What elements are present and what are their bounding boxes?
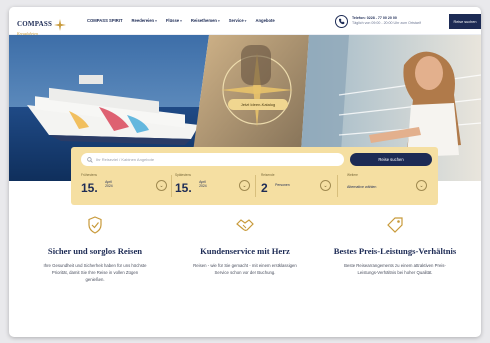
date-from-day: 15.	[81, 181, 98, 195]
feature-price: Bestes Preis-Leistungs-Verhältnis Beste …	[325, 215, 465, 277]
extra-field[interactable]: Weitere Alternative wählen	[347, 173, 376, 199]
persons-field[interactable]: Reisende 2 Personen	[261, 173, 290, 199]
nav-item-angebote[interactable]: Angebote	[255, 18, 274, 23]
extra-label: Weitere	[347, 173, 358, 177]
persons-count: 2	[261, 181, 268, 195]
main-nav: COMPASS SPIRIT Reedereien▾ Flüsse▾ Reise…	[87, 18, 275, 23]
shield-check-icon	[88, 216, 102, 234]
date-to-field[interactable]: Spätestens 15. April 2024	[175, 173, 207, 199]
feature-title: Bestes Preis-Leistungs-Verhältnis	[333, 246, 457, 256]
feature-title: Sicher und sorglos Reisen	[47, 246, 143, 256]
date-from-chevron-icon[interactable]: ⌄	[156, 180, 167, 191]
price-tag-icon	[387, 217, 403, 233]
persons-chevron-icon[interactable]: ⌄	[320, 180, 331, 191]
divider	[255, 175, 256, 197]
compass-star-icon	[54, 18, 67, 31]
phone-number[interactable]: Telefon: 0228 - 77 00 20 00	[352, 16, 397, 20]
search-panel: Ihr Reiseziel / Kabinen Angebote Reise s…	[71, 147, 438, 205]
feature-safety: Sicher und sorglos Reisen Ihre Gesundhei…	[25, 215, 165, 283]
nav-item-reisethemen[interactable]: Reisethemen▾	[191, 18, 220, 23]
features-section: Sicher und sorglos Reisen Ihre Gesundhei…	[9, 215, 481, 337]
logo[interactable]: COMPASS Kreuzfahrten	[17, 13, 67, 36]
date-to-day: 15.	[175, 181, 192, 195]
persons-unit: Personen	[275, 183, 290, 187]
chevron-down-icon: ▾	[218, 19, 220, 23]
search-input[interactable]: Ihr Reiseziel / Kabinen Angebote	[81, 153, 344, 166]
chevron-down-icon: ▾	[244, 19, 247, 23]
feature-title: Kundenservice mit Herz	[200, 246, 290, 256]
header-search-button[interactable]: Reise suchen	[449, 14, 481, 29]
extra-value: Alternative wählen	[347, 185, 377, 189]
feature-text: Beste Reisearrangements zu einem attrakt…	[344, 263, 446, 275]
date-from-field[interactable]: Frühestens 15. April 2024	[81, 173, 113, 199]
browser-frame: COMPASS Kreuzfahrten COMPASS SPIRIT Reed…	[9, 7, 481, 337]
search-icon	[87, 156, 93, 163]
nav-item-compass-spirit[interactable]: COMPASS SPIRIT	[87, 18, 123, 23]
feature-service: Kundenservice mit Herz Reisen - wie für …	[175, 215, 315, 277]
date-from-label: Frühestens	[81, 173, 97, 177]
feature-text: Ihre Gesundheit und Sicherheit haben für…	[43, 263, 147, 282]
search-button[interactable]: Reise suchen	[350, 153, 432, 166]
nav-item-service[interactable]: Service▾	[229, 18, 247, 23]
phone-icon[interactable]	[335, 15, 348, 28]
header: COMPASS Kreuzfahrten COMPASS SPIRIT Reed…	[9, 7, 481, 36]
date-from-year: 2024	[105, 184, 113, 188]
catalog-button[interactable]: Jetzt Ideen-Katalog	[228, 99, 288, 110]
date-to-chevron-icon[interactable]: ⌄	[239, 180, 250, 191]
nav-item-fluesse[interactable]: Flüsse▾	[166, 18, 182, 23]
extra-chevron-icon[interactable]: ⌄	[416, 180, 427, 191]
divider	[171, 175, 172, 197]
date-to-label: Spätestens	[175, 173, 191, 177]
contact-info: Telefon: 0228 - 77 00 20 00 Täglich von …	[352, 16, 421, 26]
feature-text: Reisen - wie für Sie gemacht - mit einem…	[193, 263, 297, 275]
nav-item-reedereien[interactable]: Reedereien▾	[132, 18, 157, 23]
date-to-year: 2024	[199, 184, 207, 188]
divider	[337, 175, 338, 197]
search-placeholder: Ihr Reiseziel / Kabinen Angebote	[96, 157, 155, 162]
chevron-down-icon: ▾	[180, 19, 182, 23]
brand-name: COMPASS	[17, 20, 53, 28]
chevron-down-icon: ▾	[155, 19, 157, 23]
opening-hours: Täglich von 09:00 - 20:00 Uhr zum Ortsta…	[352, 21, 421, 25]
handshake-icon	[236, 219, 254, 231]
persons-label: Reisende	[261, 173, 275, 177]
